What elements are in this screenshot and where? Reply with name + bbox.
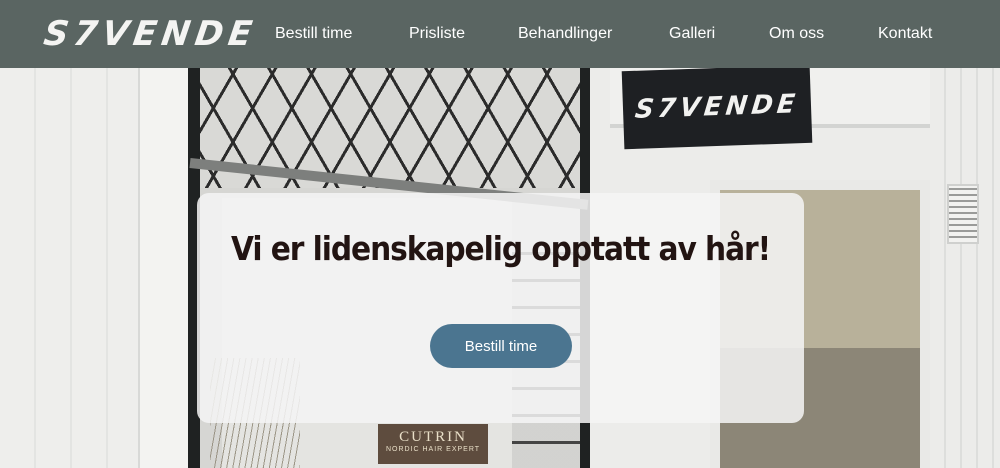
- product-sign: CUTRIN NORDIC HAIR EXPERT: [378, 424, 488, 464]
- top-navigation-bar: S7VENDE Bestill time Prisliste Behandlin…: [0, 0, 1000, 68]
- hero-heading: Vi er lidenskapelig opptatt av hår!: [231, 229, 771, 268]
- nav-link-prisliste[interactable]: Prisliste: [409, 22, 465, 46]
- nav-link-behandlinger[interactable]: Behandlinger: [518, 22, 612, 46]
- nav-link-kontakt[interactable]: Kontakt: [878, 22, 932, 46]
- book-appointment-button[interactable]: Bestill time: [430, 324, 572, 368]
- nav-link-bestill-time[interactable]: Bestill time: [275, 22, 352, 46]
- hero-overlay-card: Vi er lidenskapelig opptatt av hår! Best…: [197, 193, 804, 423]
- wall-vent: [947, 184, 979, 244]
- shop-hanging-sign: S7VENDE: [621, 64, 813, 150]
- storefront-wall-right: [930, 68, 1000, 468]
- nav-link-galleri[interactable]: Galleri: [669, 22, 715, 46]
- product-brand-text: CUTRIN: [399, 429, 467, 445]
- storefront-pilaster: [138, 68, 190, 468]
- main-nav: Bestill time Prisliste Behandlinger Gall…: [0, 0, 1000, 68]
- product-tagline-text: NORDIC HAIR EXPERT: [385, 446, 481, 453]
- shop-sign-text: S7VENDE: [633, 89, 801, 125]
- nav-link-om-oss[interactable]: Om oss: [769, 22, 824, 46]
